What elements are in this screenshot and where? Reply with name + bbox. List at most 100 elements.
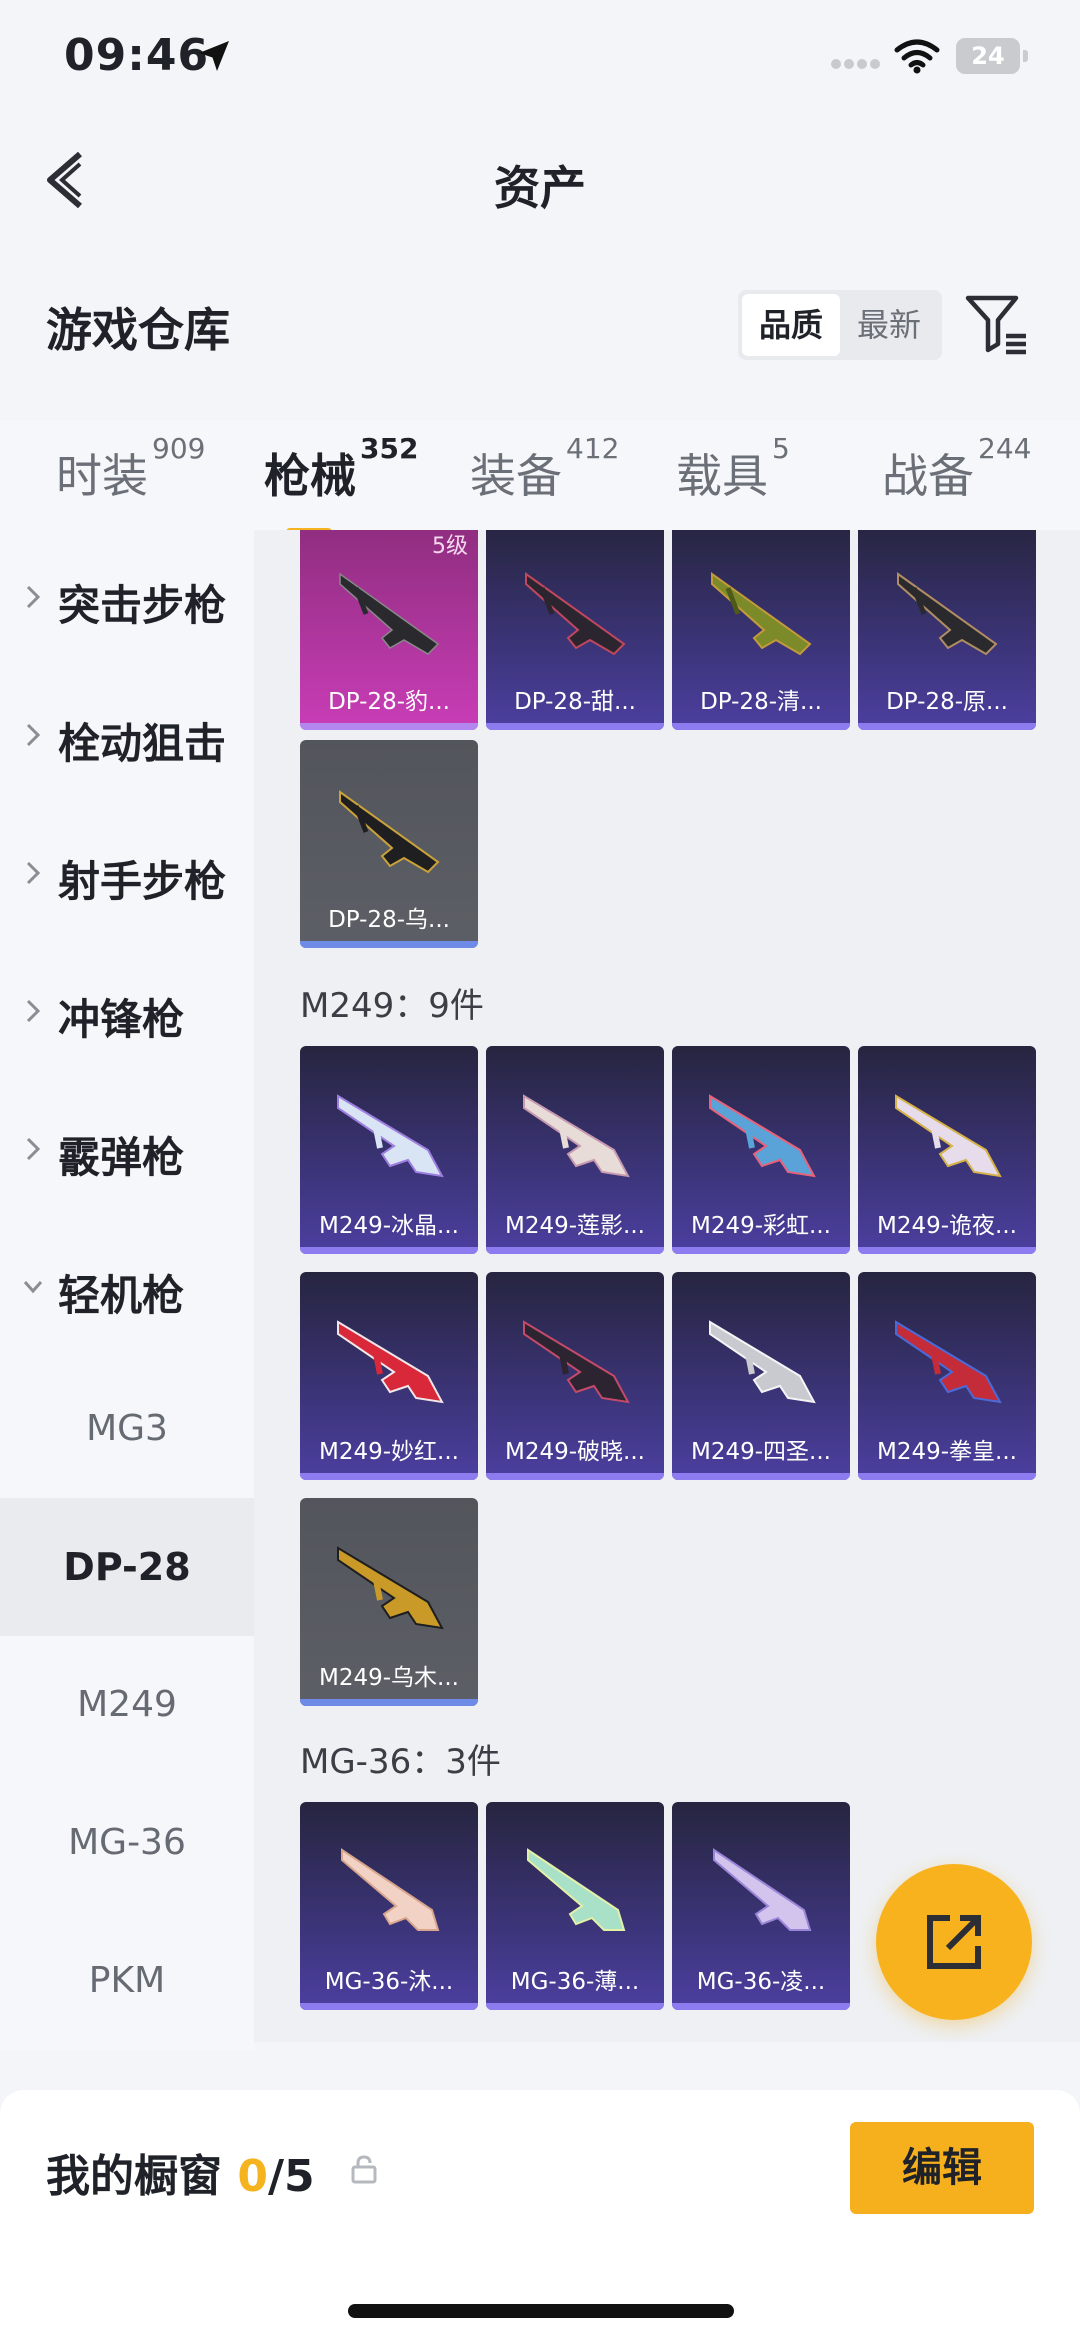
item-card[interactable]: M249-冰晶... xyxy=(300,1046,478,1254)
sidebar-item-bolt-sniper[interactable]: 栓动狙击 xyxy=(0,668,254,806)
item-card[interactable]: DP-28-甜... xyxy=(486,530,664,730)
item-name: MG-36-薄... xyxy=(510,1969,640,1995)
chevron-right-icon xyxy=(26,723,41,747)
showcase-title: 我的橱窗 xyxy=(46,2151,222,2202)
battery-level: 24 xyxy=(971,42,1005,70)
item-card[interactable]: MG-36-凌... xyxy=(672,1802,850,2010)
tab-label: 载具 xyxy=(676,449,768,503)
gun-icon xyxy=(523,1320,630,1404)
gun-icon xyxy=(527,1848,626,1931)
filter-icon[interactable] xyxy=(964,292,1030,358)
sidebar-item-assault-rifle[interactable]: 突击步枪 xyxy=(0,530,254,668)
item-name: M249-彩虹... xyxy=(691,1213,831,1239)
sidebar-item-label: 射手步枪 xyxy=(58,857,227,906)
item-name: DP-28-甜... xyxy=(514,689,636,715)
sidebar-item-label: 霰弹枪 xyxy=(58,1133,185,1182)
item-card[interactable]: MG-36-沐... xyxy=(300,1802,478,2010)
gun-icon xyxy=(711,572,812,656)
item-card[interactable]: M249-乌木... xyxy=(300,1498,478,1706)
item-card[interactable]: M249-四圣... xyxy=(672,1272,850,1480)
page-title: 资产 xyxy=(494,161,586,215)
tab-vehicles[interactable]: 载具5 xyxy=(676,432,790,506)
nav-bar: 资产 xyxy=(0,130,1080,230)
rarity-bar xyxy=(300,1473,478,1480)
gun-icon xyxy=(895,1094,1002,1178)
rarity-bar xyxy=(300,1699,478,1706)
section-title: 游戏仓库 xyxy=(46,303,230,357)
item-card[interactable]: M249-彩虹... xyxy=(672,1046,850,1254)
tab-supplies[interactable]: 战备244 xyxy=(882,432,1031,506)
item-name: M249-四圣... xyxy=(691,1439,831,1465)
item-card[interactable]: 5级 DP-28-豹... xyxy=(300,530,478,730)
section-header: 游戏仓库 品质 最新 xyxy=(0,280,1080,370)
sidebar-item-smg[interactable]: 冲锋枪 xyxy=(0,944,254,1082)
status-bar: 09:46 24 xyxy=(0,0,1080,120)
item-name: DP-28-清... xyxy=(700,689,822,715)
chevron-down-icon xyxy=(23,1281,43,1294)
item-card[interactable]: DP-28-清... xyxy=(672,530,850,730)
rarity-bar xyxy=(486,2003,664,2010)
item-name: M249-莲影... xyxy=(505,1213,645,1239)
sidebar-sub-mg36[interactable]: MG-36 xyxy=(0,1774,254,1912)
gun-icon xyxy=(709,1320,816,1404)
sidebar-sub-dp28[interactable]: DP-28 xyxy=(0,1498,254,1636)
sidebar-item-lmg[interactable]: 轻机枪 xyxy=(0,1220,254,1358)
group-title-m249: M249：9件 xyxy=(300,986,484,1026)
item-card[interactable]: M249-诡夜... xyxy=(858,1046,1036,1254)
item-card[interactable]: DP-28-原... xyxy=(858,530,1036,730)
status-time: 09:46 xyxy=(64,30,210,81)
sort-latest-button[interactable]: 最新 xyxy=(840,294,938,356)
tab-fashion[interactable]: 时装909 xyxy=(56,432,205,506)
sort-quality-button[interactable]: 品质 xyxy=(742,294,840,356)
item-card[interactable]: MG-36-薄... xyxy=(486,1802,664,2010)
showcase-current: 0 xyxy=(237,2151,268,2202)
rarity-bar xyxy=(300,941,478,948)
item-card[interactable]: M249-拳皇... xyxy=(858,1272,1036,1480)
home-indicator xyxy=(348,2304,734,2318)
item-card[interactable]: M249-莲影... xyxy=(486,1046,664,1254)
battery-icon: 24 xyxy=(956,38,1028,74)
tab-count: 244 xyxy=(978,432,1032,465)
gun-icon xyxy=(337,1546,444,1630)
sidebar-item-label: 栓动狙击 xyxy=(58,719,227,768)
rarity-bar xyxy=(672,723,850,730)
chevron-right-icon xyxy=(26,1137,41,1161)
chevron-right-icon xyxy=(26,999,41,1023)
item-name: MG-36-沐... xyxy=(324,1969,454,1995)
sidebar-sub-m249[interactable]: M249 xyxy=(0,1636,254,1774)
category-tabs: 时装909 枪械352 装备412 载具5 战备244 xyxy=(0,420,1080,536)
item-name: DP-28-乌... xyxy=(328,907,450,933)
rarity-bar xyxy=(486,723,664,730)
chevron-right-icon xyxy=(26,861,41,885)
sidebar-item-marksman-rifle[interactable]: 射手步枪 xyxy=(0,806,254,944)
tab-guns[interactable]: 枪械352 xyxy=(264,432,418,536)
item-card[interactable]: M249-妙红... xyxy=(300,1272,478,1480)
sidebar-sub-pkm[interactable]: PKM xyxy=(0,1912,254,2050)
rarity-bar xyxy=(858,1473,1036,1480)
gun-icon xyxy=(339,790,440,874)
rarity-bar xyxy=(672,1473,850,1480)
share-button[interactable] xyxy=(876,1864,1032,2020)
tab-label: 枪械 xyxy=(264,449,356,503)
sort-toggle: 品质 最新 xyxy=(738,290,942,360)
gun-icon xyxy=(895,1320,1002,1404)
item-name: MG-36-凌... xyxy=(696,1969,826,1995)
item-name: M249-破晓... xyxy=(505,1439,645,1465)
item-card[interactable]: M249-破晓... xyxy=(486,1272,664,1480)
item-card[interactable]: DP-28-乌... xyxy=(300,740,478,948)
tab-count: 909 xyxy=(152,432,206,465)
gun-icon xyxy=(339,572,440,655)
tab-count: 5 xyxy=(772,432,790,465)
item-grid: 5级 DP-28-豹... DP-28-甜... DP-28-清... DP-2… xyxy=(254,530,1080,2042)
rarity-bar xyxy=(858,1247,1036,1254)
chevron-right-icon xyxy=(26,585,41,609)
rarity-bar xyxy=(300,723,478,730)
item-name: M249-冰晶... xyxy=(319,1213,459,1239)
sidebar-item-shotgun[interactable]: 霰弹枪 xyxy=(0,1082,254,1220)
tab-equipment[interactable]: 装备412 xyxy=(470,432,619,506)
rarity-bar xyxy=(672,2003,850,2010)
sidebar-sub-mg3[interactable]: MG3 xyxy=(0,1360,254,1498)
rarity-bar xyxy=(486,1247,664,1254)
edit-button[interactable]: 编辑 xyxy=(850,2122,1034,2214)
item-name: M249-诡夜... xyxy=(877,1213,1017,1239)
